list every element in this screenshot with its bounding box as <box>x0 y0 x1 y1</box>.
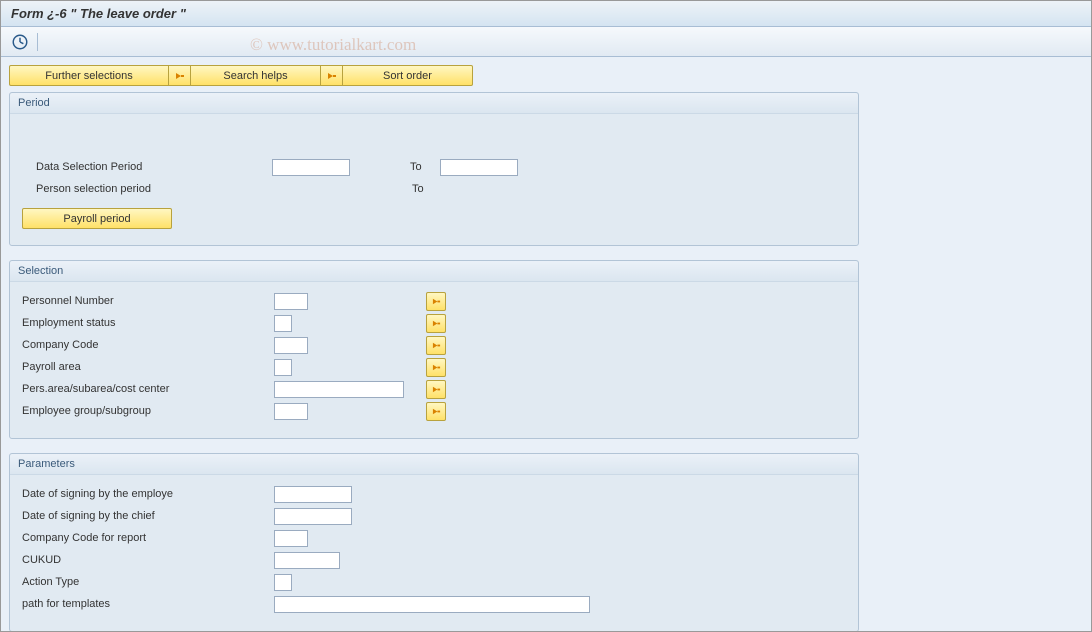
employment-status-input[interactable] <box>274 315 292 332</box>
data-selection-period-row: Data Selection Period To <box>22 156 846 178</box>
arrow-icon[interactable] <box>169 65 191 86</box>
payroll-area-row: Payroll area <box>22 356 846 378</box>
date-employee-row: Date of signing by the employe <box>22 483 846 505</box>
payroll-area-input[interactable] <box>274 359 292 376</box>
date-chief-label: Date of signing by the chief <box>22 510 274 522</box>
employment-status-row: Employment status <box>22 312 846 334</box>
data-selection-from-input[interactable] <box>272 159 350 176</box>
path-templates-row: path for templates <box>22 593 846 615</box>
payroll-area-label: Payroll area <box>22 361 274 373</box>
company-code-label: Company Code <box>22 339 274 351</box>
multi-select-button[interactable] <box>426 402 446 421</box>
personnel-number-label: Personnel Number <box>22 295 274 307</box>
date-chief-input[interactable] <box>274 508 352 525</box>
to-label: To <box>410 161 440 173</box>
date-employee-label: Date of signing by the employe <box>22 488 274 500</box>
search-helps-button[interactable]: Search helps <box>191 65 321 86</box>
pers-area-label: Pers.area/subarea/cost center <box>22 383 274 395</box>
employment-status-label: Employment status <box>22 317 274 329</box>
path-templates-label: path for templates <box>22 598 274 610</box>
employee-group-label: Employee group/subgroup <box>22 405 274 417</box>
selection-group-title: Selection <box>10 261 858 282</box>
parameters-group-title: Parameters <box>10 454 858 475</box>
selection-group: Selection Personnel Number Employment st… <box>9 260 859 439</box>
parameters-group: Parameters Date of signing by the employ… <box>9 453 859 631</box>
cukud-input[interactable] <box>274 552 340 569</box>
company-code-report-input[interactable] <box>274 530 308 547</box>
period-group: Period Data Selection Period To Person s… <box>9 92 859 246</box>
person-selection-period-row: Person selection period To <box>22 178 846 200</box>
data-selection-to-input[interactable] <box>440 159 518 176</box>
multi-select-button[interactable] <box>426 292 446 311</box>
to-label: To <box>412 183 442 195</box>
multi-select-button[interactable] <box>426 314 446 333</box>
cukud-label: CUKUD <box>22 554 274 566</box>
action-type-label: Action Type <box>22 576 274 588</box>
employee-group-row: Employee group/subgroup <box>22 400 846 422</box>
execute-icon[interactable] <box>11 33 29 51</box>
arrow-icon[interactable] <box>321 65 343 86</box>
top-button-row: Further selections Search helps Sort ord… <box>9 65 1083 86</box>
personnel-number-input[interactable] <box>274 293 308 310</box>
pers-area-row: Pers.area/subarea/cost center <box>22 378 846 400</box>
sort-order-button[interactable]: Sort order <box>343 65 473 86</box>
cukud-row: CUKUD <box>22 549 846 571</box>
person-selection-period-label: Person selection period <box>36 183 272 195</box>
further-selections-button[interactable]: Further selections <box>9 65 169 86</box>
path-templates-input[interactable] <box>274 596 590 613</box>
multi-select-button[interactable] <box>426 336 446 355</box>
data-selection-period-label: Data Selection Period <box>36 161 272 173</box>
pers-area-input[interactable] <box>274 381 404 398</box>
personnel-number-row: Personnel Number <box>22 290 846 312</box>
employee-group-input[interactable] <box>274 403 308 420</box>
date-employee-input[interactable] <box>274 486 352 503</box>
period-group-title: Period <box>10 93 858 114</box>
toolbar <box>1 27 1091 57</box>
toolbar-separator <box>37 33 38 51</box>
action-type-input[interactable] <box>274 574 292 591</box>
company-code-report-label: Company Code for report <box>22 532 274 544</box>
action-type-row: Action Type <box>22 571 846 593</box>
multi-select-button[interactable] <box>426 380 446 399</box>
company-code-row: Company Code <box>22 334 846 356</box>
company-code-report-row: Company Code for report <box>22 527 846 549</box>
company-code-input[interactable] <box>274 337 308 354</box>
page-title: Form ¿-6 " The leave order " <box>11 6 186 21</box>
payroll-period-button[interactable]: Payroll period <box>22 208 172 229</box>
multi-select-button[interactable] <box>426 358 446 377</box>
content-area: Further selections Search helps Sort ord… <box>1 57 1091 631</box>
date-chief-row: Date of signing by the chief <box>22 505 846 527</box>
title-bar: Form ¿-6 " The leave order " <box>1 1 1091 27</box>
